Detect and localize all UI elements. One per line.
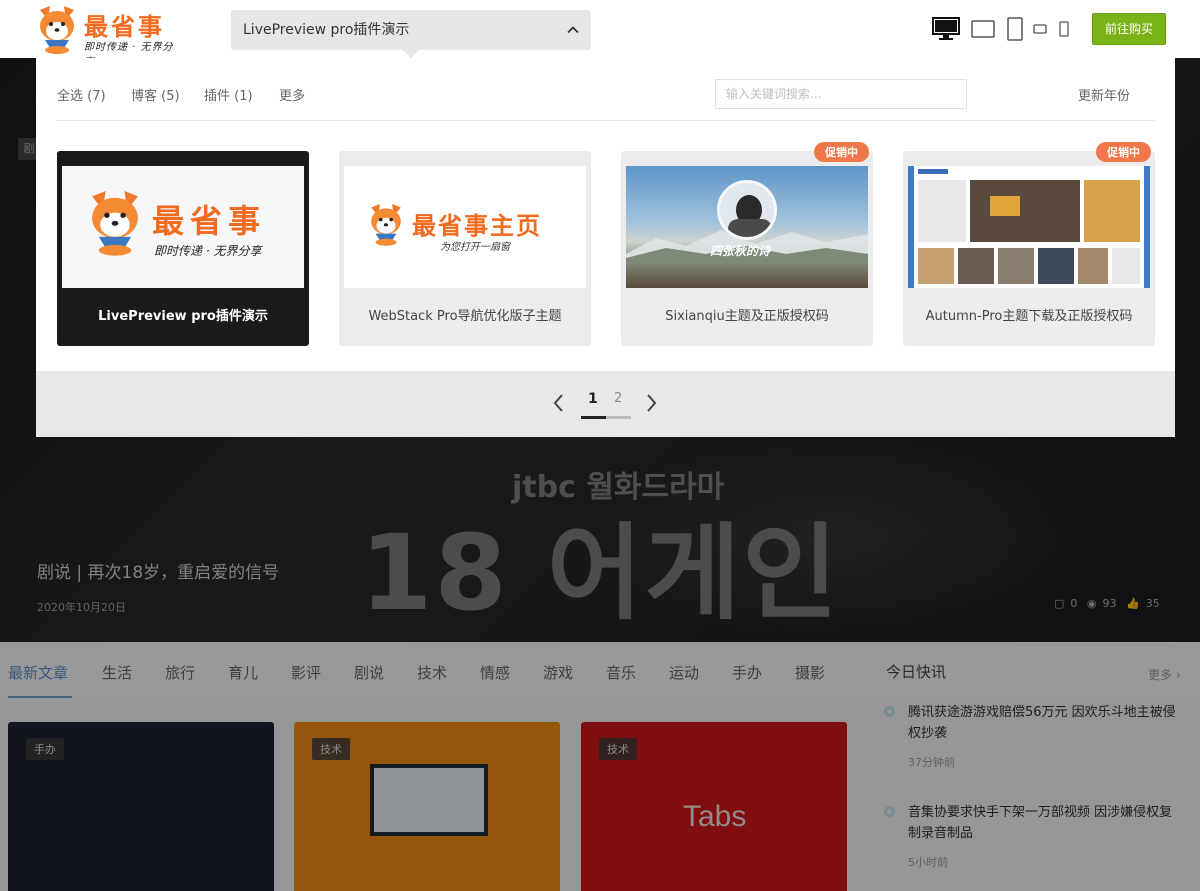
promo-badge: 促销中 <box>1096 142 1151 162</box>
theme-card[interactable]: 促销中 Autumn-Pro主题下载及正版授权码 <box>903 142 1155 346</box>
thumb-slogan: 即时传递 · 无界分享 <box>154 244 262 258</box>
filter-all[interactable]: 全选 (7) <box>57 85 106 104</box>
theme-thumbnail: 最省事主页 为您打开一扇窗 <box>344 166 586 288</box>
panel-divider <box>57 120 1155 121</box>
theme-selector[interactable]: LivePreview pro插件演示 <box>231 10 591 50</box>
phone-landscape-icon[interactable] <box>1033 24 1047 34</box>
filter-more[interactable]: 更多 <box>279 85 305 104</box>
theme-thumbnail <box>908 166 1150 288</box>
tablet-landscape-icon[interactable] <box>971 20 995 38</box>
chevron-up-icon <box>567 26 579 34</box>
thumb-brand: 最省事主页 <box>412 212 542 240</box>
page-progress-fill <box>581 416 606 419</box>
theme-card-name: Autumn-Pro主题下载及正版授权码 <box>925 309 1133 324</box>
theme-card-name: WebStack Pro导航优化版子主题 <box>368 309 562 324</box>
search-input[interactable] <box>715 79 967 109</box>
theme-thumbnail: 最省事 即时传递 · 无界分享 <box>62 166 304 288</box>
theme-picker-panel: 全选 (7) 博客 (5) 插件 (1) 更多 更新年份 最省事 即时传递 · … <box>36 58 1175 437</box>
shiba-logo-icon <box>40 6 74 54</box>
desktop-icon[interactable] <box>932 17 960 41</box>
page-2[interactable]: 2 <box>614 391 622 406</box>
theme-card[interactable]: 促销中 四张秋的诗 Sixianqiu主题及正版授权码 <box>621 142 873 346</box>
buy-button[interactable]: 前往购买 <box>1092 13 1166 45</box>
promo-badge: 促销中 <box>814 142 869 162</box>
site-screenshot <box>914 166 1144 288</box>
thumb-brand: 最省事 <box>152 202 267 240</box>
shiba-logo-icon <box>371 204 401 246</box>
thumb-title: 四张秋的诗 <box>710 244 771 258</box>
chevron-right-icon[interactable] <box>642 391 660 415</box>
dropdown-pointer <box>403 50 419 58</box>
tablet-portrait-icon[interactable] <box>1007 17 1023 41</box>
page-1[interactable]: 1 <box>588 391 598 407</box>
author-avatar <box>717 180 777 240</box>
filter-plugin[interactable]: 插件 (1) <box>204 85 253 104</box>
logo[interactable]: 最省事 即时传递 · 无界分享 <box>34 4 184 68</box>
shiba-logo-icon <box>92 191 138 256</box>
selected-theme-label: LivePreview pro插件演示 <box>243 22 410 38</box>
theme-card[interactable]: 最省事主页 为您打开一扇窗 WebStack Pro导航优化版子主题 <box>339 151 591 346</box>
pagination: 1 2 <box>36 371 1175 437</box>
phone-portrait-icon[interactable] <box>1059 21 1069 37</box>
chevron-left-icon[interactable] <box>550 391 568 415</box>
theme-thumbnail: 四张秋的诗 <box>626 166 868 288</box>
theme-card-name: Sixianqiu主题及正版授权码 <box>665 309 829 324</box>
filter-blog[interactable]: 博客 (5) <box>131 85 180 104</box>
theme-card-name: LivePreview pro插件演示 <box>98 309 268 324</box>
brand-name: 最省事 <box>84 13 165 41</box>
top-bar: 最省事 即时传递 · 无界分享 LivePreview pro插件演示 前往购买 <box>0 0 1200 68</box>
theme-card[interactable]: 最省事 即时传递 · 无界分享 LivePreview pro插件演示 <box>57 151 309 346</box>
year-filter[interactable]: 更新年份 <box>1078 85 1130 104</box>
thumb-slogan: 为您打开一扇窗 <box>440 242 510 253</box>
